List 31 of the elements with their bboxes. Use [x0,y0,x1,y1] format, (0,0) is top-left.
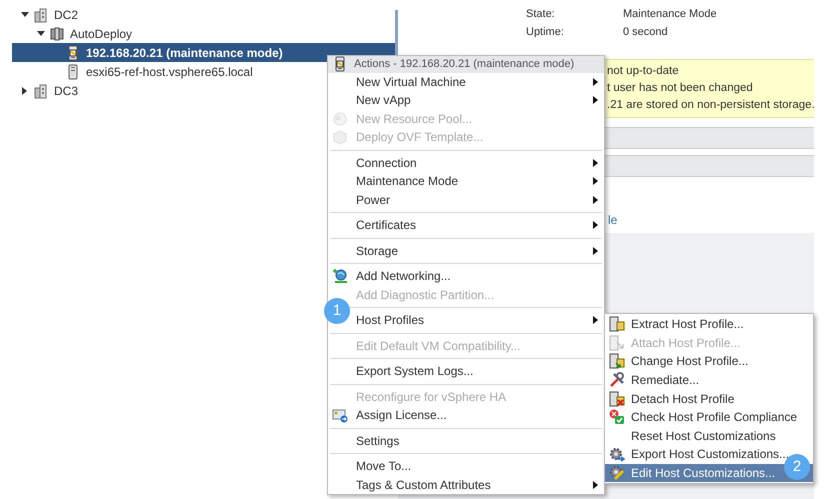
warning-text: .21 are stored on non-persistent storage. [607,98,814,113]
menu-item[interactable]: Check Host Profile Compliance [605,408,813,427]
menu-item[interactable]: New vApp [356,91,604,110]
property-value: Maintenance Mode [623,6,717,22]
link[interactable]: le [608,211,618,229]
menu-item[interactable]: Certificates [356,216,604,234]
menu-item[interactable]: Export System Logs... [356,362,604,380]
warning-text: t user has not been changed [607,81,754,96]
menu-item[interactable]: Power [356,190,604,209]
menu-item[interactable]: Move To... [356,457,604,476]
warning-text: not up-to-date [607,64,680,79]
menu-item[interactable]: Storage [356,242,604,260]
property-label: State: [526,6,556,22]
menu-item[interactable]: Reset Host Customizations [605,426,813,446]
menu-item[interactable]: Maintenance Mode [356,172,604,190]
menu-item[interactable]: Detach Host Profile [605,389,813,408]
menu-item[interactable]: Settings [356,432,604,450]
tree-item[interactable]: AutoDeploy [12,24,398,43]
menu-item[interactable]: Extract Host Profile... [605,315,813,334]
menu-item[interactable]: Remediate... [605,370,813,390]
menu-item[interactable]: Tags & Custom Attributes [356,476,604,494]
tree-item[interactable]: DC2 [12,5,398,24]
menu-item[interactable]: Assign License... [356,406,604,424]
property-value: 0 second [623,24,668,40]
menu-header: Actions - 192.168.20.21 (maintenance mode) [328,56,604,72]
menu-item[interactable]: Host Profiles [356,311,604,330]
menu-item[interactable]: Change Host Profile... [605,352,813,371]
menu-item[interactable]: Connection [356,154,604,172]
menu-item[interactable]: Add Networking... [356,267,604,286]
menu-item[interactable]: New Virtual Machine [356,72,604,91]
property-label: Uptime: [526,24,565,40]
